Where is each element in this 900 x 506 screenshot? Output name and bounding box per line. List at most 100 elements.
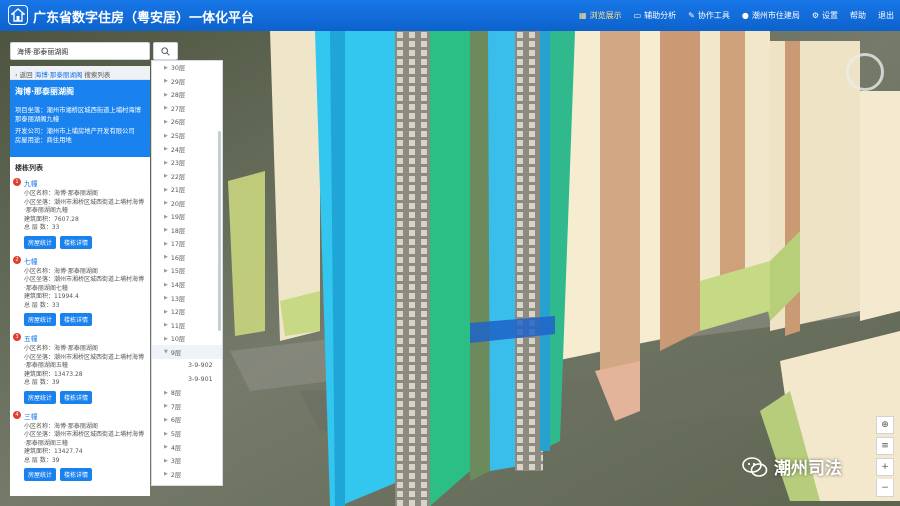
floor-label: 3层 bbox=[170, 458, 182, 466]
floor-item[interactable]: ▶ 27层 bbox=[152, 102, 222, 116]
chevron-right-icon: ▶ bbox=[164, 227, 168, 234]
chevron-right-icon: ▶ bbox=[164, 267, 168, 274]
floor-label: 22层 bbox=[170, 173, 186, 181]
user-menu[interactable]: ● 潮州市住建局 bbox=[742, 10, 800, 21]
chevron-right-icon: ▶ bbox=[164, 91, 168, 98]
zoom-in-button[interactable]: + bbox=[876, 458, 894, 476]
chevron-right-icon: ▶ bbox=[164, 308, 168, 315]
compass-widget[interactable] bbox=[846, 53, 884, 91]
floor-item[interactable]: ▶ 11层 bbox=[152, 318, 222, 332]
back-link[interactable]: ‹ 返回 bbox=[15, 71, 33, 79]
locate-button[interactable]: ⊕ bbox=[876, 416, 894, 434]
search-button[interactable] bbox=[153, 42, 178, 60]
floor-item[interactable]: ▶ 21层 bbox=[152, 183, 222, 197]
building-name[interactable]: 五幢 bbox=[24, 333, 145, 343]
chevron-right-icon: ▶ bbox=[164, 281, 168, 288]
settings-label: 设置 bbox=[822, 11, 838, 20]
room-item[interactable]: 3-9-901 bbox=[152, 373, 222, 387]
floor-label: 20层 bbox=[170, 200, 186, 208]
nav-tools[interactable]: ✎ 协作工具 bbox=[688, 10, 730, 21]
room-item[interactable]: 3-9-902 bbox=[152, 359, 222, 373]
zoom-out-button[interactable]: − bbox=[876, 479, 894, 497]
floor-item[interactable]: ▶ 8层 bbox=[152, 386, 222, 400]
floor-scrollbar[interactable] bbox=[218, 131, 221, 331]
floor-label: 24层 bbox=[170, 146, 186, 154]
floor-item[interactable]: ▶ 28层 bbox=[152, 88, 222, 102]
help-link[interactable]: 帮助 bbox=[850, 10, 866, 21]
floor-item[interactable]: ▶ 15层 bbox=[152, 264, 222, 278]
house-stats-button[interactable]: 房屋统计 bbox=[24, 235, 57, 249]
user-icon: ● bbox=[741, 11, 749, 20]
chevron-right-icon: ▶ bbox=[164, 200, 168, 207]
floor-item[interactable]: ▶ 10层 bbox=[152, 332, 222, 346]
building-address: 小区坐落：潮州市湘桥区城西街道上埔村海博·那泰丽湖阁三幢 bbox=[24, 431, 145, 447]
search-input[interactable]: 海博·那泰丽湖阁 bbox=[10, 42, 150, 60]
floor-item[interactable]: ▶ 5层 bbox=[152, 427, 222, 441]
building-item[interactable]: 3 五幢 小区名称：海博·那泰丽湖阁 小区坐落：潮州市湘桥区城西街道上埔村海博·… bbox=[10, 332, 150, 410]
floor-item[interactable]: ▶ 13层 bbox=[152, 291, 222, 305]
building-detail-button[interactable]: 楼栋详情 bbox=[60, 313, 93, 326]
chevron-down-icon: ▼ bbox=[164, 349, 168, 356]
floor-item[interactable]: ▶ 20层 bbox=[152, 196, 222, 210]
chevron-right-icon: ▶ bbox=[164, 105, 168, 112]
chevron-right-icon: ▶ bbox=[164, 173, 168, 180]
floor-item[interactable]: ▶ 19层 bbox=[152, 210, 222, 224]
wechat-icon bbox=[742, 456, 768, 477]
floor-item[interactable]: ▶ 24层 bbox=[152, 142, 222, 156]
nav-browse[interactable]: ▦ 浏览展示 bbox=[579, 10, 622, 21]
floor-label: 27层 bbox=[170, 105, 186, 113]
floor-item[interactable]: ▶ 7层 bbox=[152, 400, 222, 414]
floor-label: 16层 bbox=[170, 254, 186, 262]
app-title: 广东省数字住房（粤安居）一体化平台 bbox=[33, 11, 255, 26]
house-stats-button[interactable]: 房屋统计 bbox=[24, 468, 57, 481]
floor-item-open[interactable]: ▼ 9层 bbox=[152, 345, 222, 360]
floor-item[interactable]: ▶ 29层 bbox=[152, 75, 222, 89]
floor-item[interactable]: ▶ 14层 bbox=[152, 278, 222, 292]
floor-item[interactable]: ▶ 12层 bbox=[152, 305, 222, 319]
floor-label: 30层 bbox=[170, 65, 186, 73]
search-icon bbox=[161, 46, 170, 56]
search-result-panel: ‹ 返回 海博·那泰丽湖阁 搜索列表 海博·那泰丽湖阁 项目坐落：潮州市湘桥区城… bbox=[10, 66, 150, 496]
project-usage: 房屋用途：商住用地 bbox=[15, 136, 145, 145]
house-stats-button[interactable]: 房屋统计 bbox=[24, 313, 57, 326]
building-name[interactable]: 九幢 bbox=[24, 178, 145, 188]
floor-item[interactable]: ▶ 6层 bbox=[152, 413, 222, 427]
floor-label: 18层 bbox=[170, 227, 186, 235]
floor-item[interactable]: ▶ 26层 bbox=[152, 115, 222, 129]
floor-item[interactable]: ▶ 30层 bbox=[152, 61, 222, 75]
floor-label: 11层 bbox=[170, 322, 186, 330]
floor-item[interactable]: ▶ 18层 bbox=[152, 224, 222, 238]
building-item[interactable]: 2 七幢 小区名称：海博·那泰丽湖阁 小区坐落：潮州市湘桥区城西街道上埔村海博·… bbox=[10, 255, 150, 333]
floor-list-bottom: ▶ 8层 ▶ 7层 ▶ 6层 ▶ 5层 ▶ 4层 ▶ 3层 ▶ 2层 bbox=[152, 386, 222, 481]
chevron-right-icon: ▶ bbox=[164, 389, 168, 396]
logout-link[interactable]: 退出 bbox=[878, 10, 894, 21]
floor-item[interactable]: ▶ 2层 bbox=[152, 467, 222, 481]
house-logo-icon bbox=[8, 5, 28, 25]
building-item[interactable]: 4 三幢 小区名称：海博·那泰丽湖阁 小区坐落：潮州市湘桥区城西街道上埔村海博·… bbox=[10, 410, 150, 488]
floor-item[interactable]: ▶ 23层 bbox=[152, 156, 222, 170]
chevron-right-icon: ▶ bbox=[164, 240, 168, 247]
building-item[interactable]: 1 九幢 小区名称：海博·那泰丽湖阁 小区坐落：潮州市湘桥区城西街道上埔村海博·… bbox=[10, 177, 150, 255]
breadcrumb-keyword[interactable]: 海博·那泰丽湖阁 bbox=[35, 71, 83, 79]
floor-item[interactable]: ▶ 3层 bbox=[152, 454, 222, 468]
top-nav: ▦ 浏览展示 ▭ 辅助分析 ✎ 协作工具 ● 潮州市住建局 ⚙ 设置 帮助 退出 bbox=[579, 0, 894, 31]
floor-item[interactable]: ▶ 17层 bbox=[152, 237, 222, 251]
building-address: 小区坐落：潮州市湘桥区城西街道上埔村海博·那泰丽湖阁七幢 bbox=[24, 276, 145, 292]
settings-link[interactable]: ⚙ 设置 bbox=[812, 10, 838, 21]
layers-button[interactable]: ≡ bbox=[876, 437, 894, 455]
building-name[interactable]: 七幢 bbox=[24, 256, 145, 266]
building-detail-button[interactable]: 楼栋详情 bbox=[60, 468, 93, 481]
building-detail-button[interactable]: 楼栋详情 bbox=[60, 235, 93, 249]
minus-icon: − bbox=[881, 482, 889, 493]
building-name[interactable]: 三幢 bbox=[24, 411, 145, 421]
floor-tree: ▶ 30层 ▶ 29层 ▶ 28层 ▶ 27层 ▶ 26层 ▶ 25层 ▶ 24层 ▶ 23层 ▶ 22层 ▶ 21层… bbox=[151, 60, 223, 486]
floor-item[interactable]: ▶ 16层 bbox=[152, 251, 222, 265]
floor-item[interactable]: ▶ 25层 bbox=[152, 129, 222, 143]
floor-item[interactable]: ▶ 22层 bbox=[152, 169, 222, 183]
house-stats-button[interactable]: 房屋统计 bbox=[24, 390, 57, 404]
floor-item[interactable]: ▶ 4层 bbox=[152, 440, 222, 454]
nav-analysis[interactable]: ▭ 辅助分析 bbox=[634, 10, 677, 21]
top-header: 广东省数字住房（粤安居）一体化平台 ▦ 浏览展示 ▭ 辅助分析 ✎ 协作工具 ●… bbox=[0, 0, 900, 31]
building-detail-button[interactable]: 楼栋详情 bbox=[60, 390, 93, 404]
chevron-right-icon: ▶ bbox=[164, 295, 168, 302]
